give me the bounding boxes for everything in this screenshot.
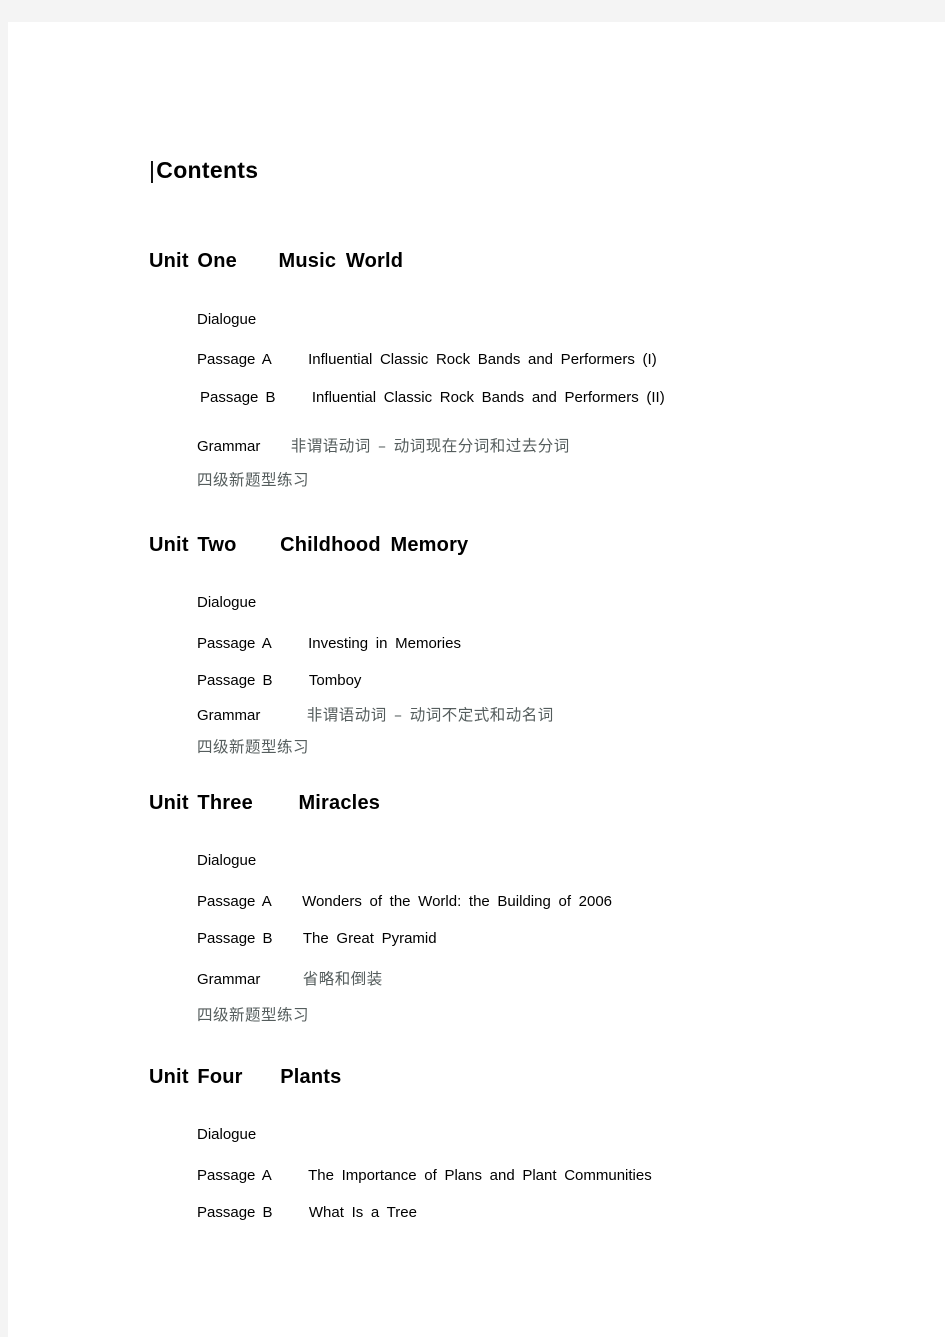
page-title-text: Contents	[156, 157, 259, 183]
entry-text: Influential Classic Rock Bands and Perfo…	[308, 351, 657, 368]
entry-label: Passage B	[197, 672, 273, 689]
entry-text: 省略和倒装	[302, 970, 383, 988]
entry-text: What Is a Tree	[308, 1204, 417, 1221]
entry-text: 非谓语动词 – 动词现在分词和过去分词	[290, 437, 570, 455]
entry-grammar[interactable]: Grammar 非谓语动词 – 动词现在分词和过去分词	[197, 434, 570, 456]
entry-label: Passage B	[200, 389, 276, 406]
unit-heading-four: Unit Four Plants	[149, 1066, 341, 1089]
unit-heading-label: Unit Three	[149, 792, 253, 814]
unit-heading-three: Unit Three Miracles	[149, 792, 380, 815]
unit-heading-label: Unit Two	[149, 534, 237, 556]
entry-passage-a[interactable]: Passage A Investing in Memories	[197, 635, 461, 652]
unit-heading-title: Childhood Memory	[280, 534, 469, 556]
entry-passage-a[interactable]: Passage A The Importance of Plans and Pl…	[197, 1167, 652, 1184]
entry-exercise[interactable]: 四级新题型练习	[197, 735, 309, 757]
entry-passage-b[interactable]: Passage B The Great Pyramid	[197, 930, 437, 947]
entry-label: Grammar	[197, 707, 261, 724]
unit-heading-title: Plants	[280, 1066, 342, 1088]
document-page: |Contents Unit One Music World Dialogue …	[8, 22, 945, 1337]
entry-label: Dialogue	[197, 594, 257, 611]
entry-passage-b[interactable]: Passage B Tomboy	[197, 672, 361, 689]
entry-exercise[interactable]: 四级新题型练习	[197, 468, 309, 490]
entry-text: 四级新题型练习	[197, 471, 310, 489]
entry-text: Tomboy	[308, 672, 362, 689]
unit-heading-two: Unit Two Childhood Memory	[149, 534, 468, 557]
entry-grammar[interactable]: Grammar 省略和倒装	[197, 967, 383, 989]
entry-label: Passage A	[197, 351, 272, 368]
entry-passage-b[interactable]: Passage B What Is a Tree	[197, 1204, 417, 1221]
entry-passage-b[interactable]: Passage B Influential Classic Rock Bands…	[200, 389, 665, 406]
entry-text: Investing in Memories	[308, 635, 461, 652]
entry-passage-a[interactable]: Passage A Influential Classic Rock Bands…	[197, 351, 657, 368]
entry-text: 四级新题型练习	[197, 1006, 310, 1024]
entry-label: Grammar	[197, 971, 261, 988]
entry-label: Grammar	[197, 438, 261, 455]
entry-label: Passage A	[197, 1167, 272, 1184]
entry-label: Dialogue	[197, 311, 257, 328]
entry-label: Passage B	[197, 930, 273, 947]
entry-dialogue[interactable]: Dialogue	[197, 1126, 256, 1143]
entry-dialogue[interactable]: Dialogue	[197, 594, 256, 611]
entry-dialogue[interactable]: Dialogue	[197, 852, 256, 869]
entry-text: The Great Pyramid	[302, 930, 437, 947]
entry-text: 非谓语动词 – 动词不定式和动名词	[306, 706, 554, 724]
entry-passage-a[interactable]: Passage A Wonders of the World: the Buil…	[197, 893, 612, 910]
entry-label: Passage B	[197, 1204, 273, 1221]
entry-text: Wonders of the World: the Building of 20…	[302, 893, 613, 910]
entry-text: Influential Classic Rock Bands and Perfo…	[311, 389, 665, 406]
entry-text: The Importance of Plans and Plant Commun…	[308, 1167, 652, 1184]
entry-grammar[interactable]: Grammar 非谓语动词 – 动词不定式和动名词	[197, 703, 554, 725]
entry-text: 四级新题型练习	[197, 738, 310, 756]
entry-dialogue[interactable]: Dialogue	[197, 311, 256, 328]
entry-label: Dialogue	[197, 852, 257, 869]
unit-heading-title: Music World	[278, 250, 404, 272]
title-bar-marker: |	[149, 157, 156, 183]
unit-heading-title: Miracles	[298, 792, 381, 814]
unit-heading-label: Unit Four	[149, 1066, 243, 1088]
entry-label: Passage A	[197, 635, 272, 652]
unit-heading-label: Unit One	[149, 250, 237, 272]
page-title: |Contents	[149, 157, 258, 184]
entry-label: Dialogue	[197, 1126, 257, 1143]
unit-heading-one: Unit One Music World	[149, 250, 403, 273]
entry-exercise[interactable]: 四级新题型练习	[197, 1003, 309, 1025]
entry-label: Passage A	[197, 893, 272, 910]
